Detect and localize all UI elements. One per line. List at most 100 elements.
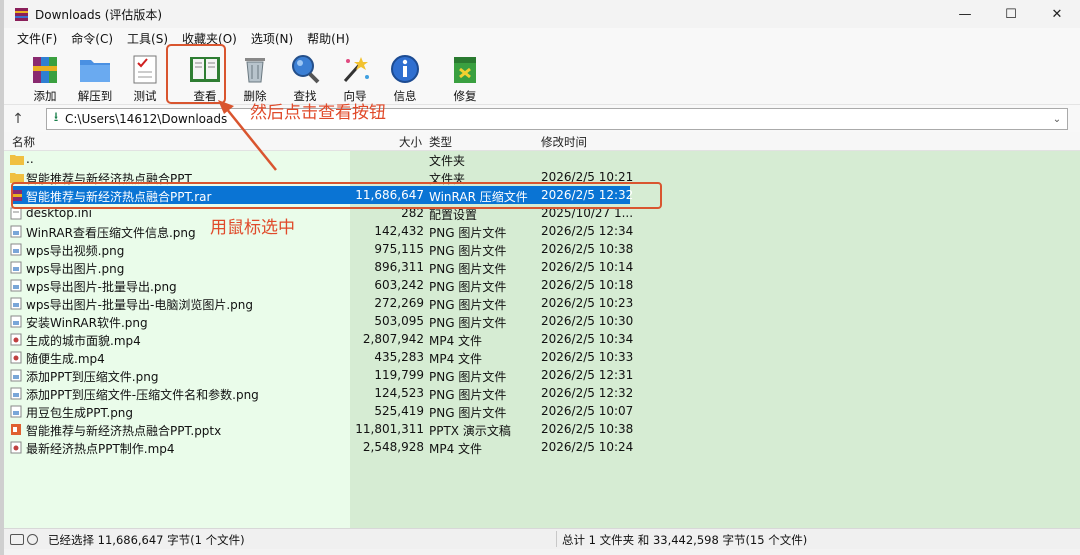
cell-type: MP4 文件: [429, 334, 483, 348]
cell-modified: 2026/2/5 12:34: [541, 224, 634, 238]
chevron-down-icon[interactable]: ⌄: [1047, 114, 1067, 125]
add-archive-icon: [27, 52, 63, 86]
table-row[interactable]: 智能推荐与新经济热点融合PPT.pptx 11,801,311 PPTX 演示文稿 2…: [4, 420, 1080, 438]
view-button[interactable]: 查看: [180, 48, 230, 104]
add-button[interactable]: 添加: [20, 48, 70, 104]
extract-folder-icon: [77, 52, 113, 86]
cell-name: 随便生成.mp4: [26, 352, 105, 366]
menu-commands[interactable]: 命令(C): [64, 30, 120, 47]
cell-type: PNG 图片文件: [429, 280, 507, 294]
table-row[interactable]: 最新经济热点PPT制作.mp4 2,548,928 MP4 文件 2026/2/5 1…: [4, 438, 1080, 456]
table-row[interactable]: wps导出视频.png 975,115 PNG 图片文件 2026/2/5 10:38: [4, 240, 1080, 258]
cell-modified: 2026/2/5 12:31: [541, 368, 634, 382]
menu-favorites[interactable]: 收藏夹(O): [175, 30, 244, 47]
cell-name: 最新经济热点PPT制作.mp4: [26, 442, 175, 456]
cell-modified: 2026/2/5 12:32: [541, 386, 634, 400]
cell-name: 智能推荐与新经济热点融合PPT: [26, 172, 192, 186]
cell-size: 282: [401, 206, 424, 220]
cell-size: 11,686,647: [355, 188, 424, 202]
repair-button[interactable]: 修复: [440, 48, 490, 104]
header-size[interactable]: 大小: [399, 134, 422, 150]
table-row[interactable]: wps导出图片-批量导出-电脑浏览图片.png 272,269 PNG 图片文件 20…: [4, 294, 1080, 312]
cell-modified: 2026/2/5 10:24: [541, 440, 634, 454]
cell-size: 142,432: [374, 224, 424, 238]
cell-size: 435,283: [374, 350, 424, 364]
test-button[interactable]: 测试: [120, 48, 170, 104]
png-file-icon: [10, 387, 23, 400]
cell-type: PNG 图片文件: [429, 316, 507, 330]
download-arrow-icon: ⭳: [53, 110, 59, 125]
table-row[interactable]: 智能推荐与新经济热点融合PPT 文件夹 2026/2/5 10:21: [4, 168, 1080, 186]
table-row[interactable]: 安装WinRAR软件.png 503,095 PNG 图片文件 2026/2/5 10…: [4, 312, 1080, 330]
address-bar: ↑ ⭳ C:\Users\14612\Downloads ⌄: [4, 105, 1080, 133]
cell-size: 2,807,942: [362, 332, 424, 346]
table-row[interactable]: 随便生成.mp4 435,283 MP4 文件 2026/2/5 10:33: [4, 348, 1080, 366]
find-button[interactable]: 查找: [280, 48, 330, 104]
status-bar: 已经选择 11,686,647 字节(1 个文件) 总计 1 文件夹 和 33,…: [4, 528, 1080, 549]
cell-type: WinRAR 压缩文件: [429, 190, 528, 204]
menu-bar: 文件(F) 命令(C) 工具(S) 收藏夹(O) 选项(N) 帮助(H): [4, 28, 1080, 48]
key-icon: [27, 534, 38, 545]
png-file-icon: [10, 405, 23, 418]
table-row[interactable]: 用豆包生成PPT.png 525,419 PNG 图片文件 2026/2/5 10:0…: [4, 402, 1080, 420]
view-label: 查看: [193, 89, 217, 103]
cell-size: 11,801,311: [355, 422, 424, 436]
cell-name: ..: [26, 152, 34, 166]
close-button[interactable]: ✕: [1034, 0, 1080, 28]
table-row[interactable]: WinRAR查看压缩文件信息.png 142,432 PNG 图片文件 2026/2/…: [4, 222, 1080, 240]
cell-type: PNG 图片文件: [429, 298, 507, 312]
table-row[interactable]: 添加PPT到压缩文件-压缩文件名和参数.png 124,523 PNG 图片文件 20…: [4, 384, 1080, 402]
cell-type: 文件夹: [429, 172, 466, 186]
wizard-wand-icon: [337, 52, 373, 86]
table-row[interactable]: wps导出图片-批量导出.png 603,242 PNG 图片文件 2026/2/5 …: [4, 276, 1080, 294]
maximize-button[interactable]: ☐: [988, 0, 1034, 28]
wizard-button[interactable]: 向导: [330, 48, 380, 104]
cell-size: 603,242: [374, 278, 424, 292]
menu-help[interactable]: 帮助(H): [300, 30, 356, 47]
folder-file-icon: [10, 153, 24, 165]
table-row[interactable]: 生成的城市面貌.mp4 2,807,942 MP4 文件 2026/2/5 10:34: [4, 330, 1080, 348]
extract-to-button[interactable]: 解压到: [70, 48, 120, 104]
png-file-icon: [10, 225, 23, 238]
table-row[interactable]: 添加PPT到压缩文件.png 119,799 PNG 图片文件 2026/2/5 12…: [4, 366, 1080, 384]
cell-name: wps导出图片-批量导出.png: [26, 280, 177, 294]
table-row[interactable]: wps导出图片.png 896,311 PNG 图片文件 2026/2/5 10:14: [4, 258, 1080, 276]
header-name[interactable]: 名称: [12, 134, 35, 150]
up-folder-icon[interactable]: ↑: [4, 111, 32, 127]
cell-modified: 2026/2/5 10:38: [541, 422, 634, 436]
cell-name: 安装WinRAR软件.png: [26, 316, 148, 330]
table-row[interactable]: desktop.ini 282 配置设置 2025/10/27 1...: [4, 204, 1080, 222]
menu-file[interactable]: 文件(F): [10, 30, 64, 47]
info-button[interactable]: 信息: [380, 48, 430, 104]
delete-button[interactable]: 删除: [230, 48, 280, 104]
path-field[interactable]: ⭳ C:\Users\14612\Downloads ⌄: [46, 108, 1068, 130]
winrar-app-icon: [13, 6, 29, 22]
cell-name: WinRAR查看压缩文件信息.png: [26, 226, 196, 240]
cell-modified: 2025/10/27 1...: [541, 206, 634, 220]
minimize-button[interactable]: —: [942, 0, 988, 28]
cell-modified: 2026/2/5 10:14: [541, 260, 634, 274]
header-modified[interactable]: 修改时间: [541, 134, 587, 150]
cell-modified: 2026/2/5 10:23: [541, 296, 634, 310]
cell-name: wps导出图片.png: [26, 262, 125, 276]
header-type[interactable]: 类型: [429, 134, 452, 150]
cell-size: 503,095: [374, 314, 424, 328]
status-total: 总计 1 文件夹 和 33,442,598 字节(15 个文件): [562, 533, 808, 547]
view-book-icon: [187, 52, 223, 86]
mp4-file-icon: [10, 441, 23, 454]
rar-file-icon: [10, 189, 23, 201]
table-row-selected[interactable]: 智能推荐与新经济热点融合PPT.rar 11,686,647 WinRAR 压缩文件…: [4, 186, 1080, 204]
cell-size: 525,419: [374, 404, 424, 418]
menu-options[interactable]: 选项(N): [244, 30, 300, 47]
test-checklist-icon: [127, 52, 163, 86]
cell-name: 用豆包生成PPT.png: [26, 406, 134, 420]
menu-tools[interactable]: 工具(S): [120, 30, 175, 47]
annotation-click-view: 然后点击查看按钮: [250, 103, 386, 123]
table-row[interactable]: .. 文件夹: [4, 150, 1080, 168]
trash-icon: [237, 52, 273, 86]
cell-name: wps导出图片-批量导出-电脑浏览图片.png: [26, 298, 253, 312]
cell-modified: 2026/2/5 10:07: [541, 404, 634, 418]
window-title: Downloads (评估版本): [35, 7, 163, 22]
cell-name: 智能推荐与新经济热点融合PPT.pptx: [26, 424, 222, 438]
list-header: 名称 大小 类型 修改时间: [4, 132, 1080, 151]
